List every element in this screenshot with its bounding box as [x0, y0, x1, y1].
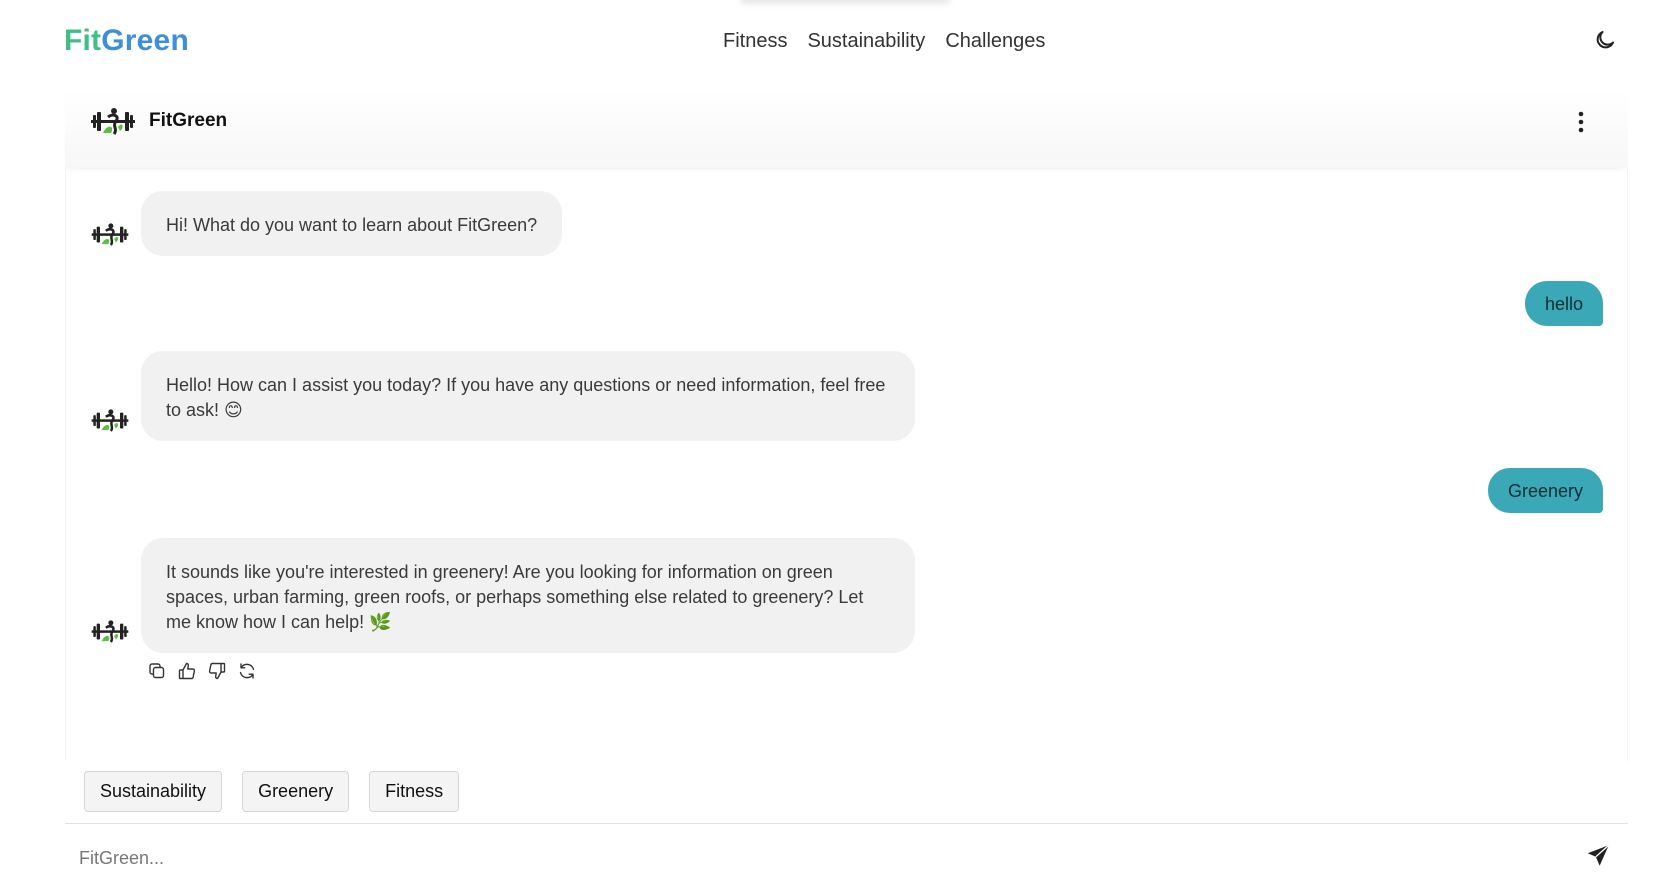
copy-icon: [149, 663, 165, 679]
regenerate-icon: [239, 663, 255, 679]
chat-title: FitGreen: [149, 110, 228, 131]
bot-message: Hi! What do you want to learn about FitG…: [141, 191, 563, 256]
top-nav: FitGreen Fitness Sustainability Challeng…: [0, 0, 1678, 84]
user-message: hello: [1524, 281, 1603, 326]
bot-message: Hello! How can I assist you today? If yo…: [141, 351, 915, 441]
blurred-banner: [740, 0, 950, 4]
chat-input[interactable]: [79, 843, 1459, 873]
chat-messages[interactable]: Hi! What do you want to learn about FitG…: [65, 168, 1628, 761]
bot-avatar-icon: [90, 619, 130, 645]
send-button[interactable]: [1585, 843, 1611, 869]
fitgreen-logo-icon: [89, 106, 137, 138]
message-actions: [148, 662, 256, 680]
nav-link-sustainability[interactable]: Sustainability: [807, 30, 925, 53]
bot-avatar-icon: [90, 408, 130, 434]
brand-logo[interactable]: FitGreen: [64, 24, 189, 58]
copy-button[interactable]: [148, 662, 166, 680]
bot-avatar-icon: [90, 222, 130, 248]
suggestion-chip[interactable]: Greenery: [242, 771, 350, 812]
chat-menu-button[interactable]: [1567, 108, 1595, 136]
theme-toggle-button[interactable]: [1593, 28, 1617, 52]
nav-link-challenges[interactable]: Challenges: [945, 30, 1045, 53]
suggestion-chip[interactable]: Fitness: [369, 771, 460, 812]
more-vertical-icon: [1578, 111, 1584, 133]
dislike-button[interactable]: [208, 662, 226, 680]
like-button[interactable]: [178, 662, 196, 680]
nav-link-fitness[interactable]: Fitness: [723, 30, 787, 53]
input-divider: [65, 823, 1628, 824]
suggestion-chip[interactable]: Sustainability: [84, 771, 223, 812]
brand-part-fit: Fit: [64, 24, 102, 57]
main-nav: Fitness Sustainability Challenges: [723, 30, 1045, 53]
chat-input-bar: [65, 843, 1628, 874]
brand-part-green: Green: [101, 24, 189, 57]
thumbs-down-icon: [208, 662, 226, 680]
bot-message: It sounds like you're interested in gree…: [141, 538, 915, 653]
moon-icon: [1596, 31, 1614, 49]
thumbs-up-icon: [178, 662, 196, 680]
chat-header: FitGreen: [65, 90, 1628, 168]
suggestion-chips: Sustainability Greenery Fitness: [84, 771, 460, 812]
regenerate-button[interactable]: [238, 662, 256, 680]
user-message: Greenery: [1487, 468, 1603, 513]
send-icon: [1587, 844, 1610, 866]
